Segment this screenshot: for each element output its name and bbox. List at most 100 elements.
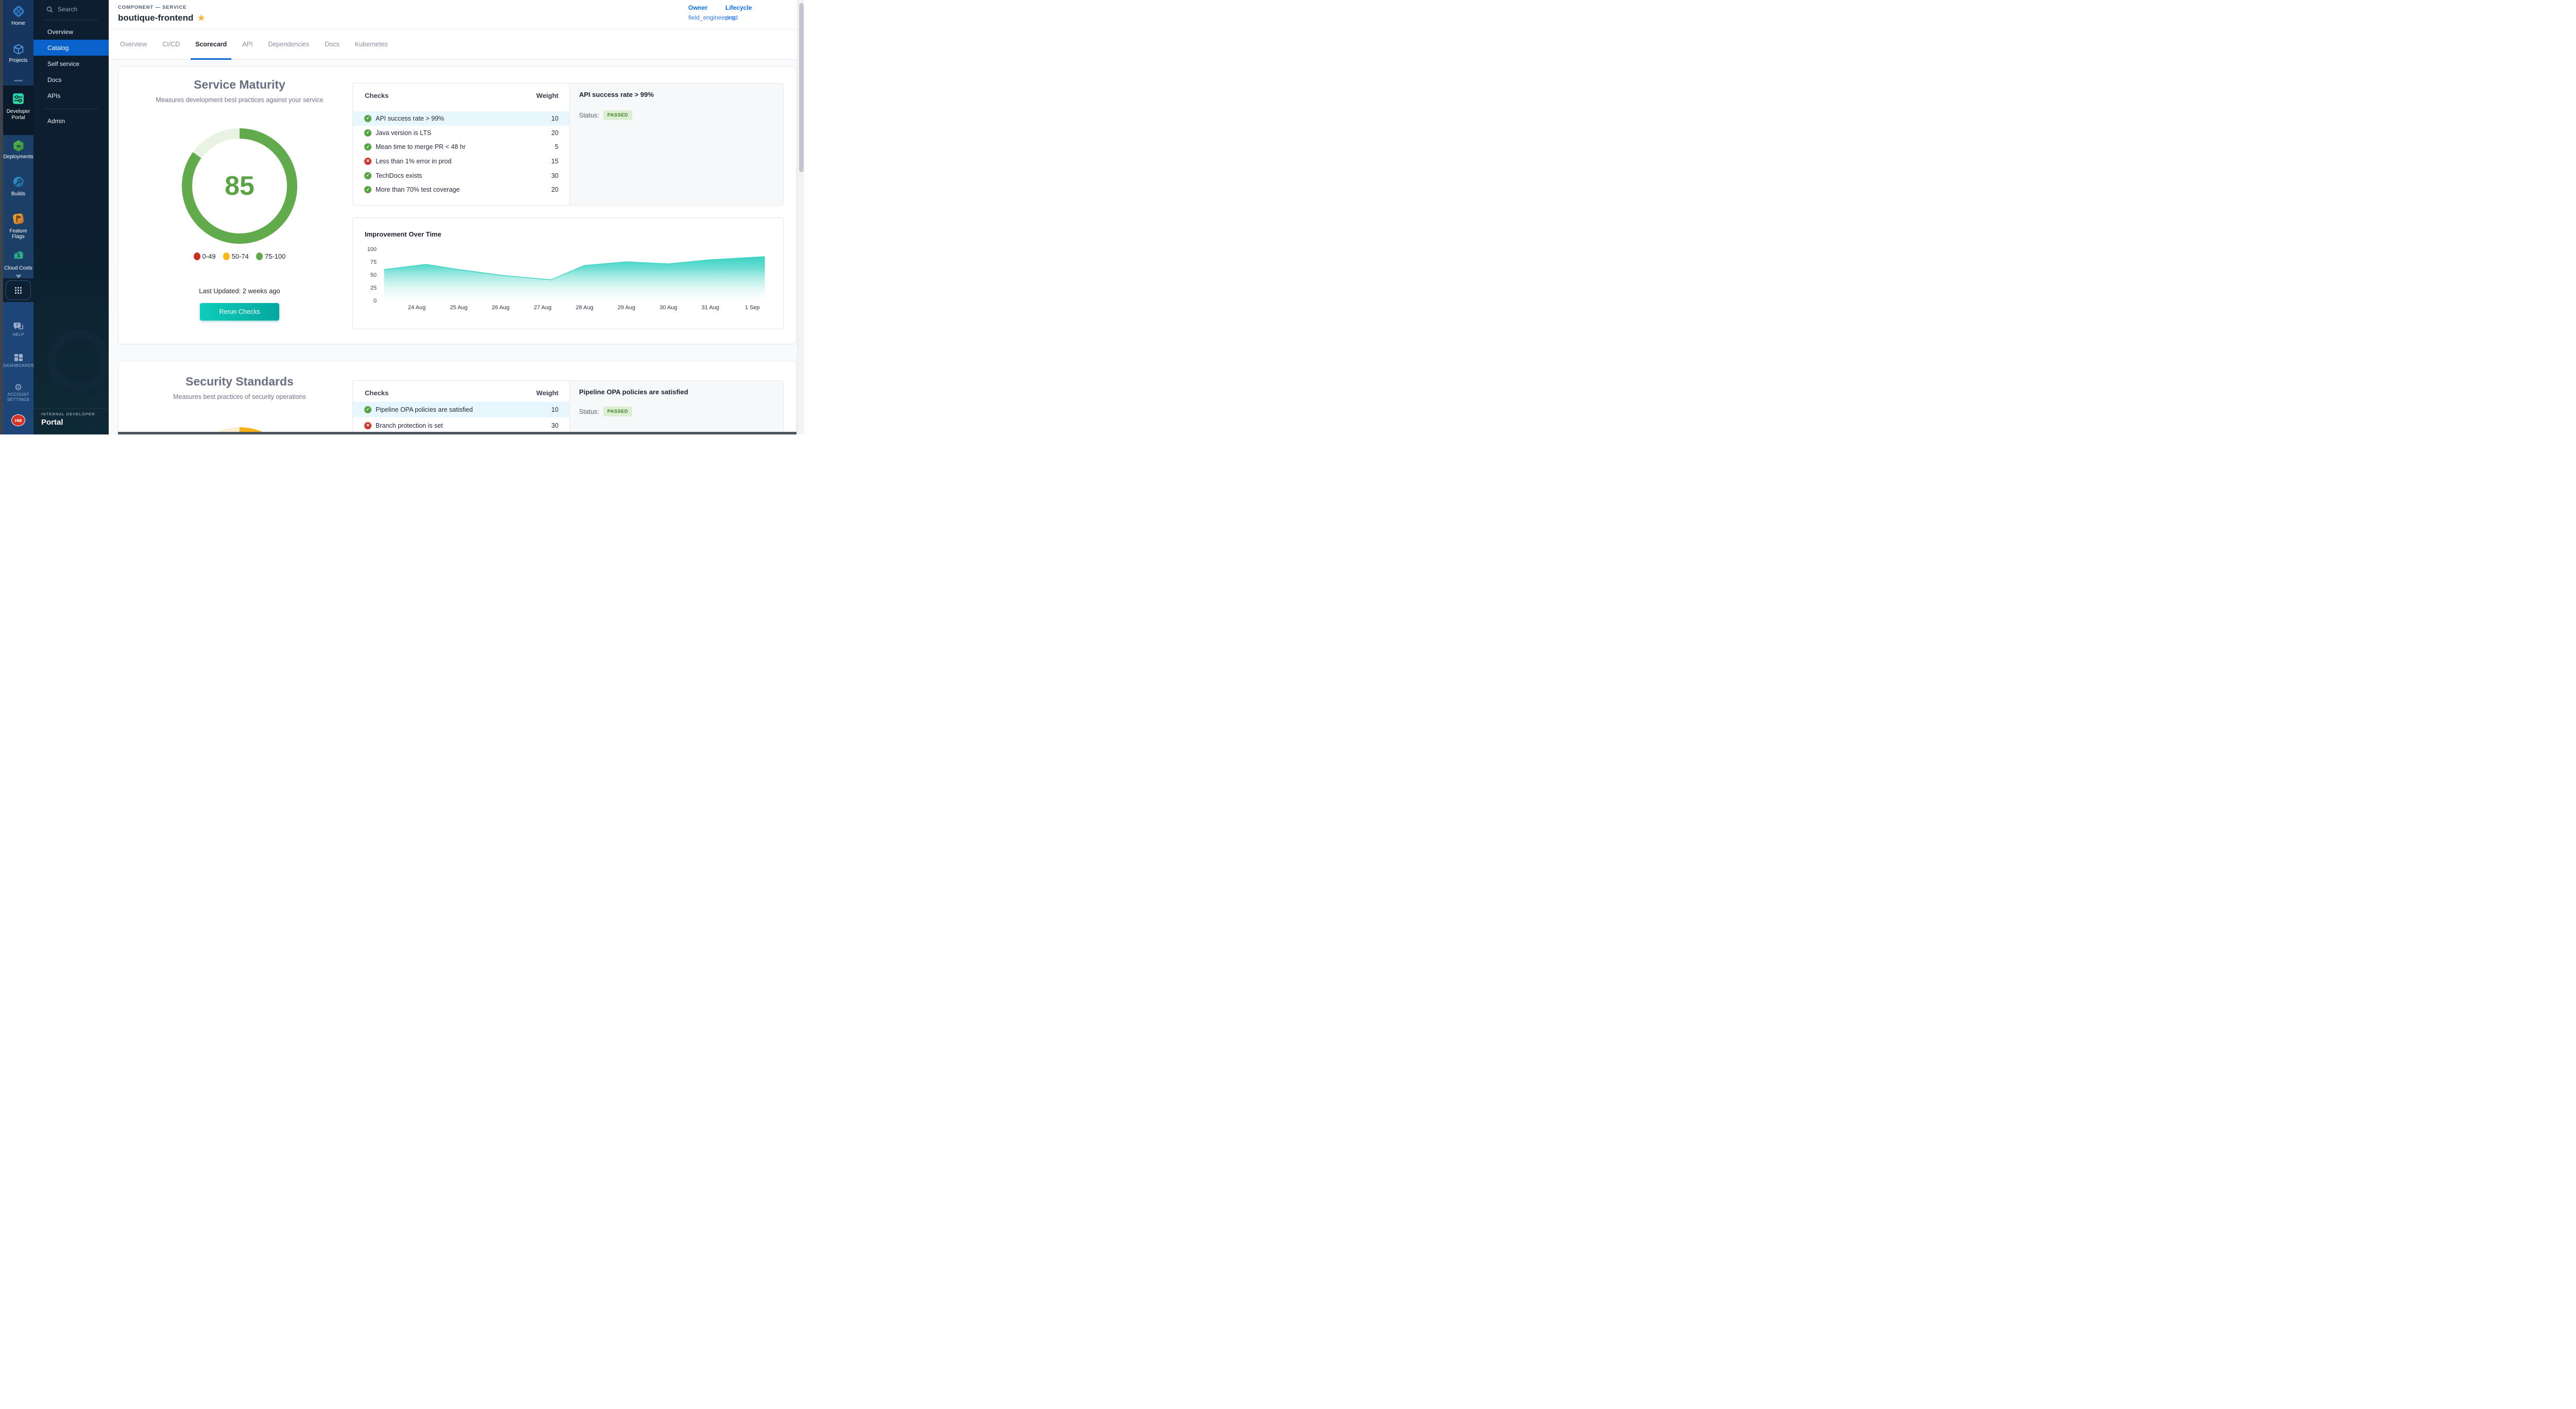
sidebar-item-self-service[interactable]: Self service: [33, 56, 109, 72]
svg-text:26 Aug: 26 Aug: [492, 305, 510, 311]
rail-item-dashboards[interactable]: DASHBOARDS: [3, 363, 33, 368]
check-weight: 15: [551, 158, 558, 165]
svg-text:100: 100: [367, 246, 377, 253]
legend-item: 50-74: [223, 253, 249, 260]
cloud-costs-icon[interactable]: $: [3, 248, 33, 264]
gear-icon[interactable]: ⚙: [3, 382, 33, 393]
rail-item-deployments[interactable]: Deployments: [3, 154, 33, 160]
scrollbar-thumb[interactable]: [799, 3, 804, 172]
rail-item-account-settings-line1[interactable]: ACCOUNT: [3, 392, 33, 397]
status-label: Status:: [579, 112, 599, 119]
search-placeholder: Search: [58, 6, 77, 13]
status-icon: ✓: [364, 186, 371, 193]
status-badge: PASSED: [603, 110, 632, 120]
lifecycle-label[interactable]: Lifecycle: [725, 4, 752, 11]
check-name: Mean time to merge PR < 48 hr: [376, 143, 466, 150]
deployments-icon[interactable]: ∞: [3, 139, 33, 155]
rail-item-account-settings-line2[interactable]: SETTINGS: [3, 397, 33, 402]
harness-logo-icon[interactable]: [3, 4, 33, 21]
table-row[interactable]: ✕ Branch protection is set 30: [353, 417, 569, 433]
scorecard-subtitle: Measures best practices of security oper…: [118, 393, 361, 400]
check-weight: 10: [551, 406, 558, 413]
sidebar-item-catalog[interactable]: Catalog: [33, 40, 109, 56]
sidebar-item-apis[interactable]: APIs: [33, 88, 109, 104]
tab-bar: Overview CI/CD Scorecard API Dependencies Doc…: [109, 29, 807, 60]
developer-portal-icon[interactable]: [3, 92, 33, 108]
favorite-star-icon[interactable]: ★: [197, 13, 205, 23]
table-row[interactable]: ✓ TechDocs exists 30: [353, 169, 569, 183]
rail-item-developer-portal-line1[interactable]: Developer: [3, 109, 33, 114]
status-icon: ✓: [364, 406, 371, 413]
page-scrollbar[interactable]: [797, 0, 804, 434]
svg-text:31 Aug: 31 Aug: [702, 305, 719, 311]
grid-icon: [15, 287, 22, 294]
status-icon: ✓: [364, 143, 371, 150]
search-input[interactable]: Search: [33, 3, 109, 15]
rail-item-cloud-costs[interactable]: Cloud Costs: [3, 265, 33, 271]
builds-icon[interactable]: [3, 176, 33, 191]
table-row[interactable]: ✓ Java version is LTS 20: [353, 126, 569, 140]
scorecard-title: Security Standards: [118, 375, 361, 389]
rail-item-developer-portal-line2[interactable]: Portal: [3, 115, 33, 121]
svg-text:∞: ∞: [16, 143, 20, 149]
check-name: More than 70% test coverage: [376, 186, 460, 193]
module-rail: Home Projects Developer Portal: [3, 0, 33, 434]
tab-docs[interactable]: Docs: [325, 29, 339, 60]
sidebar-item-docs[interactable]: Docs: [33, 72, 109, 88]
table-row[interactable]: ✕ Less than 1% error in prod 15: [353, 154, 569, 169]
legend-label: 50-74: [232, 253, 249, 260]
score-donut: 85: [182, 128, 297, 244]
table-row[interactable]: ✓ Mean time to merge PR < 48 hr 5: [353, 140, 569, 154]
window-right-edge: [804, 0, 807, 434]
checks-table: Checks Weight ✓ API success rate > 99% 1…: [353, 83, 569, 205]
scorecard-title: Service Maturity: [118, 78, 361, 92]
status-badge: PASSED: [603, 407, 632, 416]
feature-flags-icon[interactable]: [3, 212, 33, 228]
checks-table-card: Checks Weight ✓ Pipeline OPA policies ar…: [352, 380, 784, 434]
status-icon: ✓: [364, 129, 371, 137]
tab-api[interactable]: API: [242, 29, 252, 60]
tab-ci-cd[interactable]: CI/CD: [162, 29, 180, 60]
check-name: Java version is LTS: [376, 129, 431, 137]
chevron-down-icon[interactable]: [15, 275, 22, 278]
check-detail-panel: API success rate > 99% Status: PASSED: [569, 83, 784, 205]
tab-kubernetes[interactable]: Kubernetes: [355, 29, 388, 60]
rail-item-builds[interactable]: Builds: [3, 191, 33, 197]
table-row[interactable]: ✓ More than 70% test coverage 20: [353, 182, 569, 197]
status-icon: ✓: [364, 172, 371, 179]
projects-icon[interactable]: [3, 43, 33, 58]
sidebar-item-admin[interactable]: Admin: [33, 113, 109, 129]
check-name: Branch protection is set: [376, 422, 443, 429]
svg-text:25: 25: [370, 285, 377, 291]
svg-text:29 Aug: 29 Aug: [618, 305, 635, 311]
check-detail-panel: Pipeline OPA policies are satisfied Stat…: [569, 381, 784, 434]
page-title: boutique-frontend: [118, 13, 193, 23]
score-value: 85: [225, 171, 255, 202]
rail-item-feature-flags[interactable]: Feature Flags: [3, 228, 33, 240]
tab-overview[interactable]: Overview: [120, 29, 147, 60]
svg-text:30 Aug: 30 Aug: [659, 305, 677, 311]
status-icon: ✕: [364, 422, 371, 429]
rerun-checks-button[interactable]: Rerun Checks: [200, 303, 279, 321]
table-row[interactable]: ✓ Pipeline OPA policies are satisfied 10: [353, 401, 569, 417]
lifecycle-value[interactable]: prod: [725, 14, 752, 21]
entity-header: COMPONENT — SERVICE boutique-frontend ★ …: [109, 0, 807, 29]
rail-item-help[interactable]: HELP: [3, 332, 33, 338]
scorecard-subtitle: Measures development best practices agai…: [118, 96, 361, 104]
search-icon: [46, 6, 53, 13]
module-switcher-button[interactable]: [6, 280, 31, 300]
score-legend: 0-4950-7475-100: [118, 253, 361, 260]
table-row[interactable]: ✓ API success rate > 99% 10: [353, 111, 569, 126]
user-avatar[interactable]: HM: [11, 414, 25, 426]
tab-dependencies[interactable]: Dependencies: [268, 29, 309, 60]
sidebar-item-overview[interactable]: Overview: [33, 24, 109, 40]
rail-item-projects[interactable]: Projects: [3, 58, 33, 63]
tab-scorecard[interactable]: Scorecard: [195, 29, 227, 60]
nav-footer: INTERNAL DEVELOPER Portal: [33, 408, 109, 434]
svg-text:28 Aug: 28 Aug: [575, 305, 593, 311]
last-updated-text: Last Updated: 2 weeks ago: [118, 287, 361, 295]
check-detail-title: API success rate > 99%: [579, 91, 654, 98]
status-icon: ✕: [364, 158, 371, 165]
legend-dot: [194, 253, 200, 260]
rail-item-home[interactable]: Home: [3, 21, 33, 26]
